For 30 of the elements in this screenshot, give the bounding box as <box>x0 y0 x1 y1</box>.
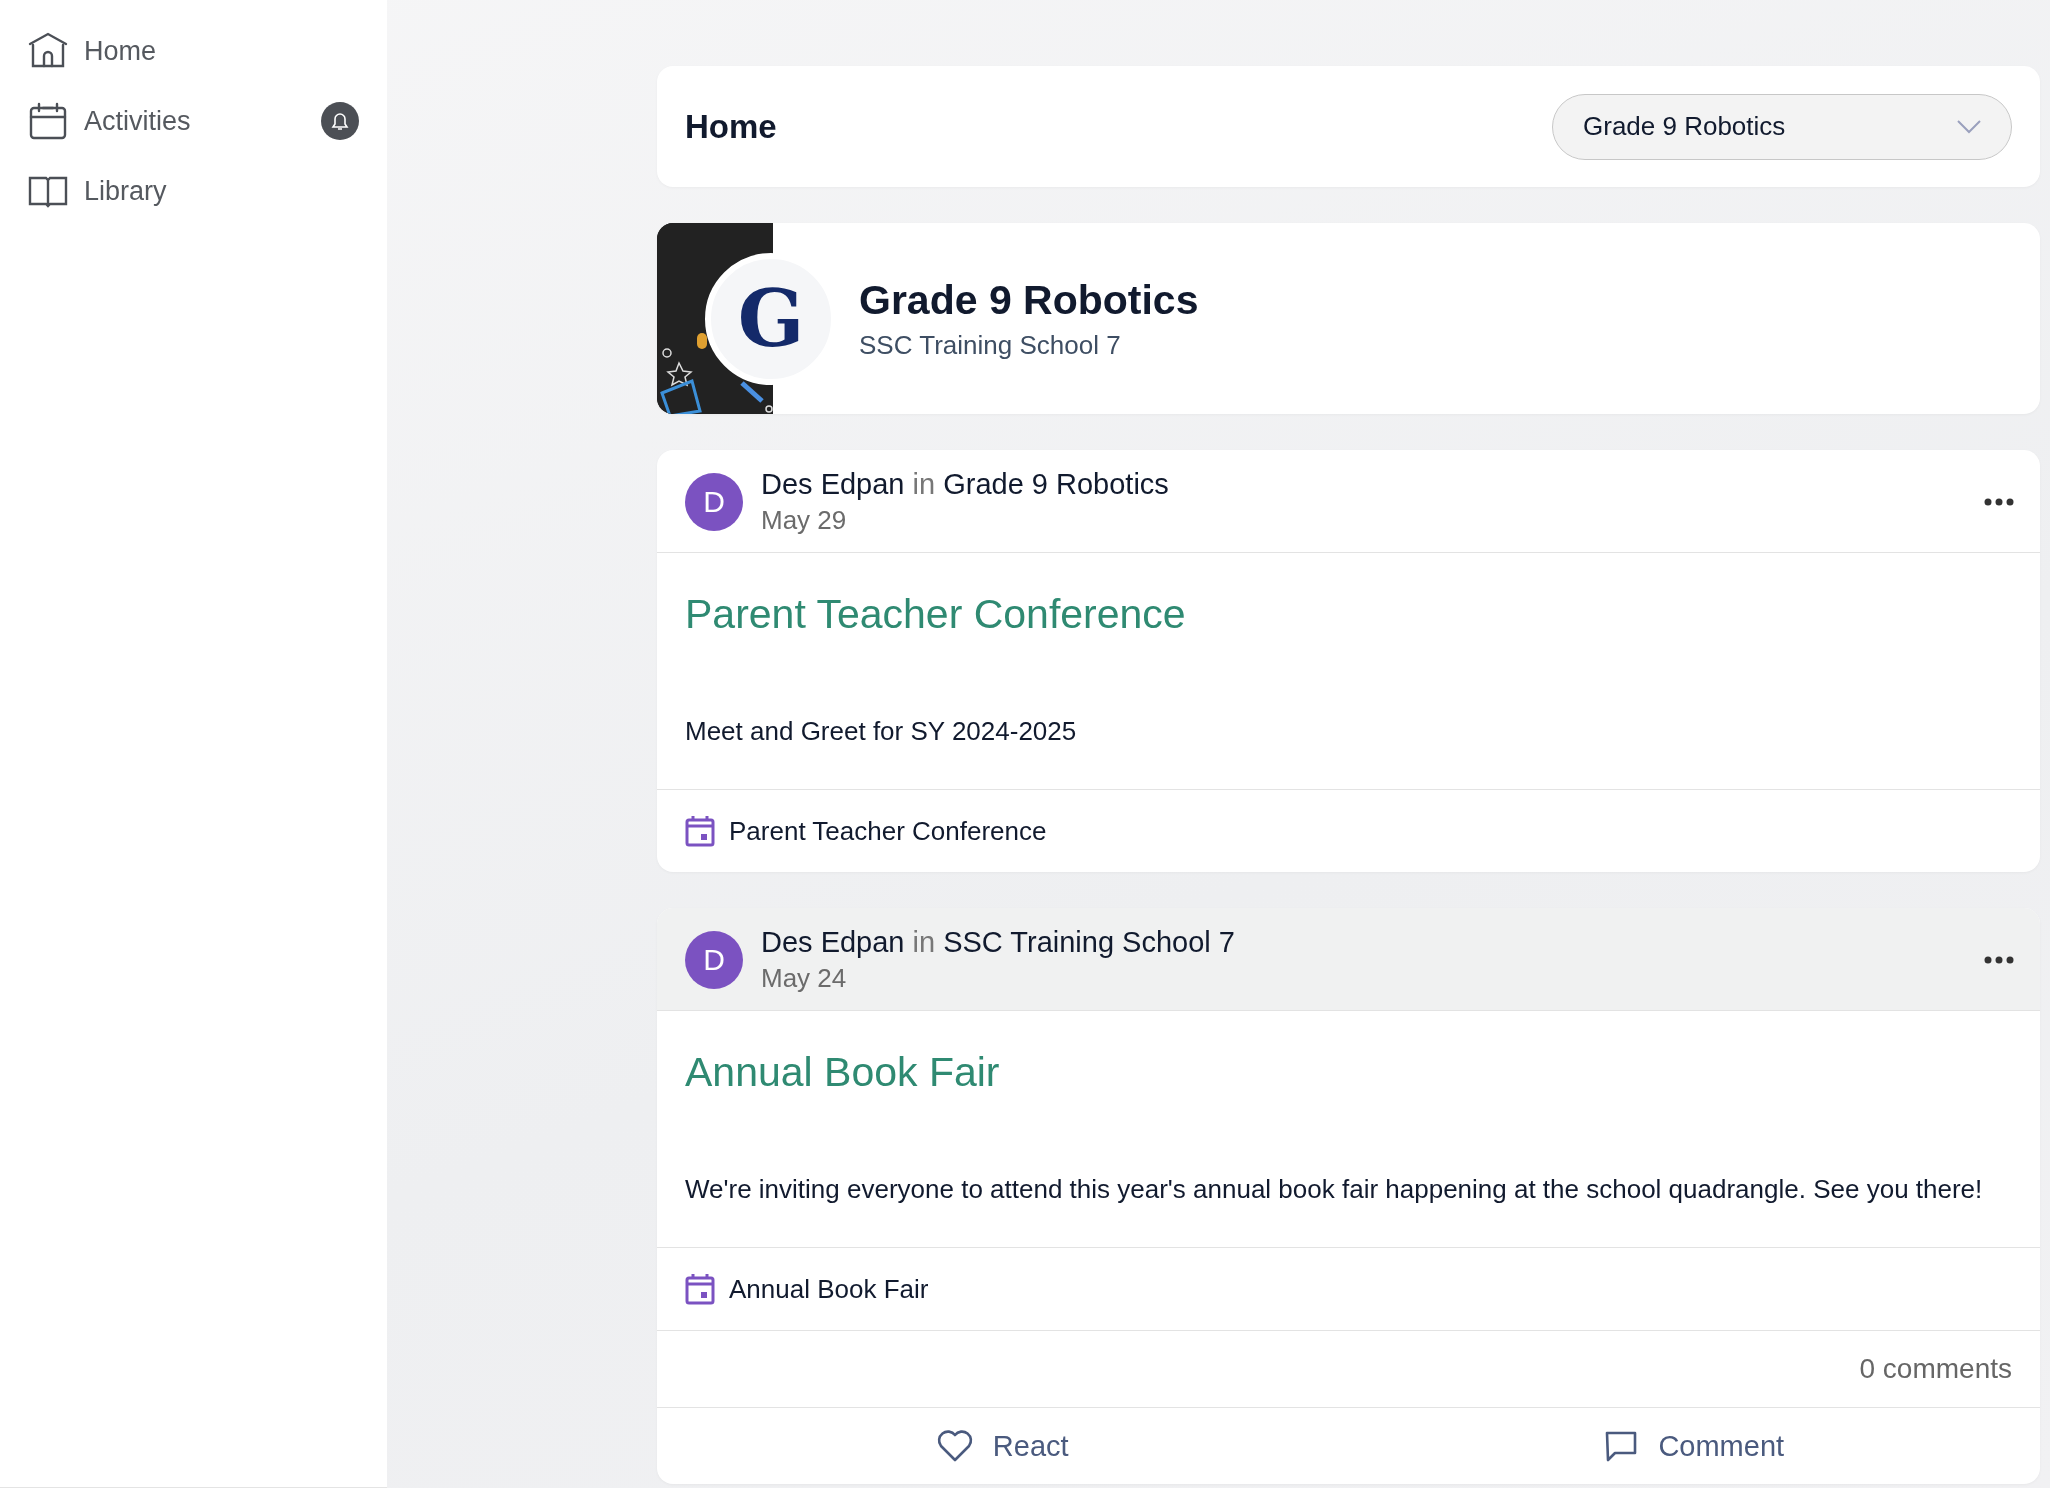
post-author-line: Des Edpan in SSC Training School 7 <box>761 926 1236 959</box>
calendar-icon <box>28 101 68 141</box>
sidebar-item[interactable]: Home <box>0 16 387 86</box>
more-options-icon[interactable] <box>1984 498 2014 506</box>
chevron-down-icon <box>1957 119 1981 134</box>
calendar-icon <box>685 815 715 847</box>
post-body: We're inviting everyone to attend this year's annual book fair happening at the school quadrangle. See you there! <box>685 1174 1984 1205</box>
sidebar-item[interactable]: Library <box>0 156 387 226</box>
school-name: SSC Training School 7 <box>859 329 1122 361</box>
react-button[interactable]: React <box>657 1408 1349 1484</box>
page-title: Home <box>685 107 777 146</box>
speech-bubble-icon <box>1604 1429 1639 1463</box>
post-date: May 29 <box>761 505 848 536</box>
event-link[interactable]: Parent Teacher Conference <box>729 815 1047 847</box>
heart-icon <box>936 1429 973 1463</box>
group-dropdown[interactable]: Grade 9 Robotics <box>1552 93 2012 160</box>
comment-button[interactable]: Comment <box>1348 1408 2040 1484</box>
post-title[interactable]: Parent Teacher Conference <box>685 591 2012 638</box>
post-author-line: Des Edpan in Grade 9 Robotics <box>761 468 1170 501</box>
sidebar-item[interactable]: Activities <box>0 86 387 156</box>
avatar: D <box>685 931 743 989</box>
post-body: Meet and Greet for SY 2024-2025 <box>685 716 1078 747</box>
comment-count[interactable]: 0 comments <box>1859 1353 2012 1384</box>
more-options-icon[interactable] <box>1984 956 2014 964</box>
post-title[interactable]: Annual Book Fair <box>685 1049 2012 1096</box>
event-link[interactable]: Annual Book Fair <box>729 1273 929 1305</box>
post-date: May 24 <box>761 963 848 994</box>
calendar-icon <box>685 1273 715 1305</box>
group-name: Grade 9 Robotics <box>859 276 1199 324</box>
avatar: D <box>685 473 743 531</box>
